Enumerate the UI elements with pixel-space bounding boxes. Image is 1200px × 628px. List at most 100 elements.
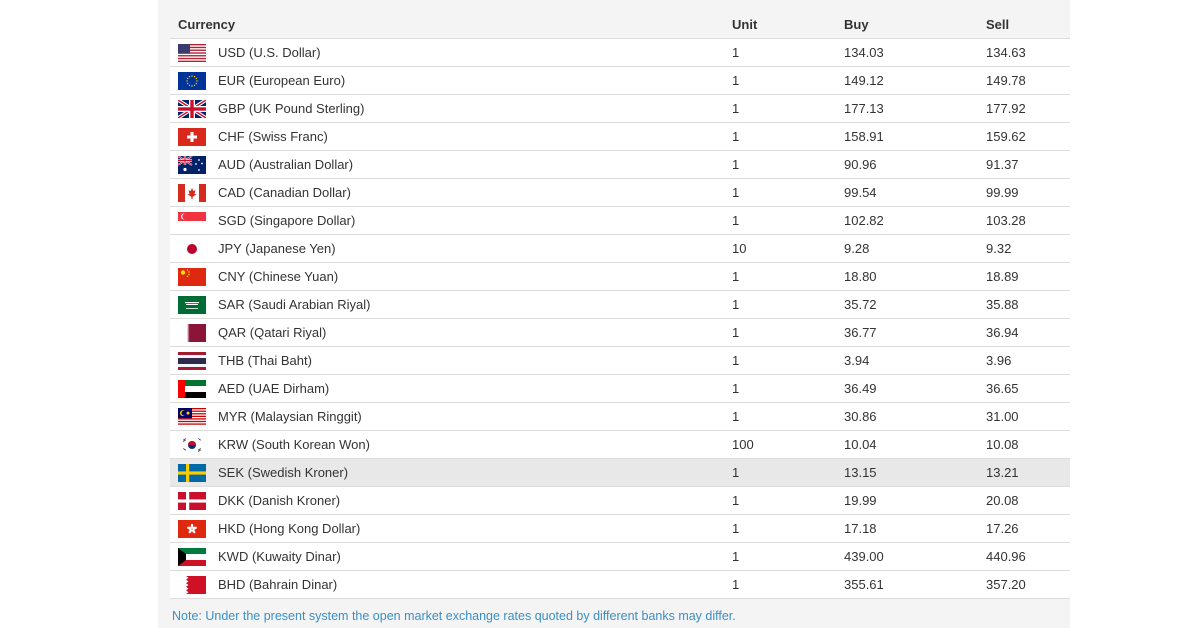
unit-value: 1 [732,318,844,347]
table-row: CHF (Swiss Franc) 1 158.91 159.62 [170,122,1070,151]
sell-rate: 103.28 [986,206,1070,235]
buy-rate: 149.12 [844,66,986,95]
us-flag-icon [178,43,206,62]
header-sell: Sell [986,10,1070,39]
unit-value: 1 [732,374,844,403]
buy-rate: 35.72 [844,290,986,319]
unit-value: 1 [732,458,844,487]
se-flag-icon [178,463,206,482]
flag-cell [170,318,218,347]
disclaimer-note: Note: Under the present system the open … [172,609,736,623]
sell-rate: 18.89 [986,262,1070,291]
table-row: AED (UAE Dirham) 1 36.49 36.65 [170,374,1070,403]
flag-cell [170,458,218,487]
currency-name: CHF (Swiss Franc) [218,122,732,151]
table-row: JPY (Japanese Yen) 10 9.28 9.32 [170,234,1070,263]
buy-rate: 439.00 [844,542,986,571]
currency-name: THB (Thai Baht) [218,346,732,375]
flag-cell [170,542,218,571]
table-row: HKD (Hong Kong Dollar) 1 17.18 17.26 [170,514,1070,543]
buy-rate: 17.18 [844,514,986,543]
unit-value: 1 [732,66,844,95]
currency-name: JPY (Japanese Yen) [218,234,732,263]
buy-rate: 102.82 [844,206,986,235]
unit-value: 1 [732,402,844,431]
table-row: GBP (UK Pound Sterling) 1 177.13 177.92 [170,94,1070,123]
th-flag-icon [178,351,206,370]
uk-flag-icon [178,99,206,118]
currency-name: DKK (Danish Kroner) [218,486,732,515]
buy-rate: 134.03 [844,38,986,67]
sa-flag-icon [178,295,206,314]
sell-rate: 9.32 [986,234,1070,263]
flag-cell [170,122,218,151]
table-header-row: Currency Unit Buy Sell [170,10,1070,39]
jp-flag-icon [178,239,206,258]
buy-rate: 9.28 [844,234,986,263]
table-row: THB (Thai Baht) 1 3.94 3.96 [170,346,1070,375]
flag-cell [170,290,218,319]
sell-rate: 17.26 [986,514,1070,543]
buy-rate: 10.04 [844,430,986,459]
unit-value: 10 [732,234,844,263]
sell-rate: 3.96 [986,346,1070,375]
flag-cell [170,570,218,599]
currency-name: KRW (South Korean Won) [218,430,732,459]
unit-value: 1 [732,542,844,571]
buy-rate: 36.77 [844,318,986,347]
header-unit: Unit [732,10,844,39]
sell-rate: 99.99 [986,178,1070,207]
ae-flag-icon [178,379,206,398]
sell-rate: 440.96 [986,542,1070,571]
currency-name: SEK (Swedish Kroner) [218,458,732,487]
flag-cell [170,66,218,95]
unit-value: 1 [732,262,844,291]
table-row: KWD (Kuwaity Dinar) 1 439.00 440.96 [170,542,1070,571]
header-buy: Buy [844,10,986,39]
eu-flag-icon [178,71,206,90]
buy-rate: 3.94 [844,346,986,375]
flag-cell [170,150,218,179]
flag-cell [170,38,218,67]
ca-flag-icon [178,183,206,202]
buy-rate: 18.80 [844,262,986,291]
unit-value: 1 [732,570,844,599]
currency-name: CAD (Canadian Dollar) [218,178,732,207]
table-row: BHD (Bahrain Dinar) 1 355.61 357.20 [170,570,1070,599]
table-row: AUD (Australian Dollar) 1 90.96 91.37 [170,150,1070,179]
flag-cell [170,346,218,375]
flag-cell [170,234,218,263]
table-row: SAR (Saudi Arabian Riyal) 1 35.72 35.88 [170,290,1070,319]
flag-cell [170,486,218,515]
buy-rate: 177.13 [844,94,986,123]
qa-flag-icon [178,323,206,342]
table-row: CAD (Canadian Dollar) 1 99.54 99.99 [170,178,1070,207]
currency-name: CNY (Chinese Yuan) [218,262,732,291]
unit-value: 1 [732,38,844,67]
au-flag-icon [178,155,206,174]
cn-flag-icon [178,267,206,286]
unit-value: 1 [732,150,844,179]
unit-value: 1 [732,206,844,235]
unit-value: 1 [732,346,844,375]
table-row: USD (U.S. Dollar) 1 134.03 134.63 [170,38,1070,67]
table-row: DKK (Danish Kroner) 1 19.99 20.08 [170,486,1070,515]
buy-rate: 36.49 [844,374,986,403]
unit-value: 1 [732,514,844,543]
sell-rate: 149.78 [986,66,1070,95]
currency-name: USD (U.S. Dollar) [218,38,732,67]
buy-rate: 19.99 [844,486,986,515]
sell-rate: 36.94 [986,318,1070,347]
sell-rate: 91.37 [986,150,1070,179]
flag-cell [170,514,218,543]
hk-flag-icon [178,519,206,538]
flag-cell [170,402,218,431]
currency-name: SAR (Saudi Arabian Riyal) [218,290,732,319]
sell-rate: 10.08 [986,430,1070,459]
currency-name: GBP (UK Pound Sterling) [218,94,732,123]
kw-flag-icon [178,547,206,566]
sell-rate: 357.20 [986,570,1070,599]
unit-value: 1 [732,178,844,207]
sell-rate: 134.63 [986,38,1070,67]
unit-value: 1 [732,290,844,319]
